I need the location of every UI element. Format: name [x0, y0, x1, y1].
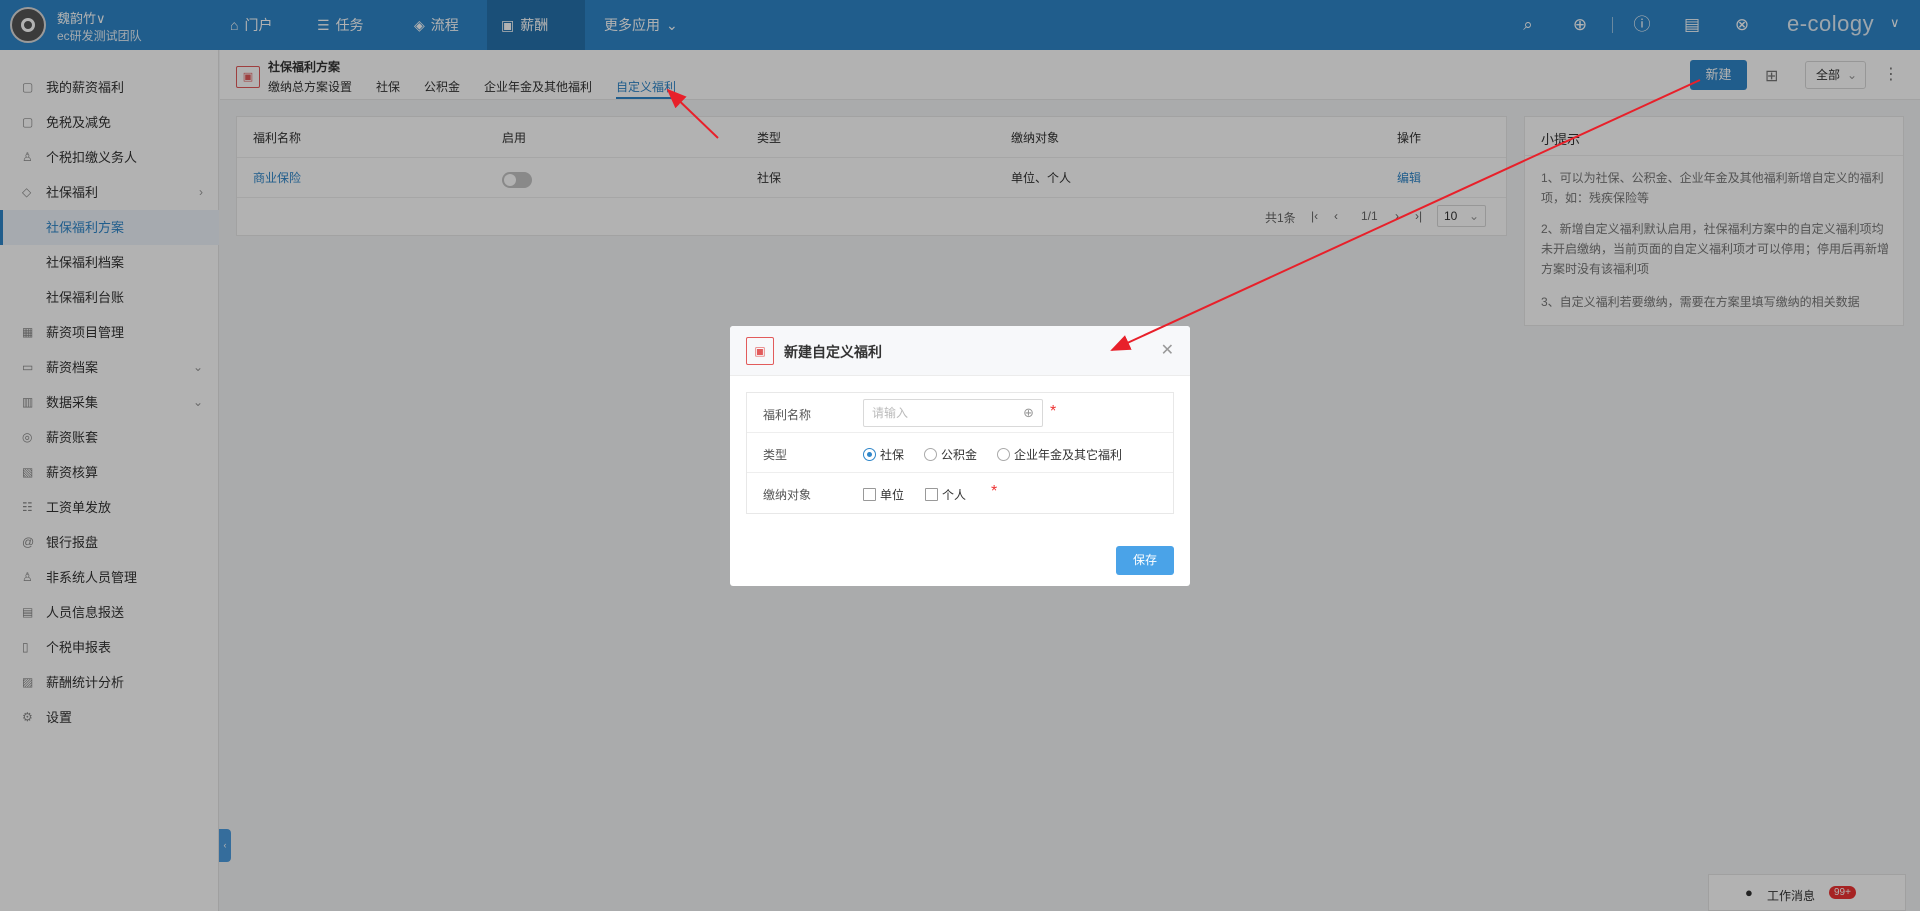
money-icon: ▣ [746, 337, 774, 365]
dialog-title: 新建自定义福利 [784, 344, 882, 360]
target-checkbox-label: 单位 [880, 488, 905, 502]
globe-icon[interactable]: ⊕ [1023, 400, 1034, 426]
required-mark: * [991, 483, 998, 500]
new-custom-welfare-dialog: ▣ 新建自定义福利 ✕ 福利名称 请输入 ⊕ * 类型 社保 公积金 企业年金及… [730, 326, 1190, 586]
type-radio-housing[interactable]: 公积金 [924, 446, 977, 463]
radio-unchecked[interactable] [924, 448, 937, 461]
type-radio-annuity[interactable]: 企业年金及其它福利 [997, 446, 1122, 463]
welfare-name-placeholder: 请输入 [872, 406, 909, 420]
close-icon[interactable]: ✕ [1161, 340, 1174, 360]
type-radio-social[interactable]: 社保 [863, 446, 904, 463]
type-label: 类型 [763, 448, 788, 462]
name-label: 福利名称 [763, 408, 812, 422]
form-row-target: 缴纳对象 单位 个人 * [747, 473, 1173, 513]
target-label: 缴纳对象 [763, 488, 812, 502]
type-radio-label: 企业年金及其它福利 [1014, 448, 1123, 462]
target-checkbox-label: 个人 [942, 488, 967, 502]
checkbox[interactable] [925, 488, 938, 501]
form-row-name: 福利名称 请输入 ⊕ * [747, 393, 1173, 433]
form-row-type: 类型 社保 公积金 企业年金及其它福利 [747, 433, 1173, 473]
required-mark: * [1050, 403, 1057, 420]
radio-unchecked[interactable] [997, 448, 1010, 461]
target-checkbox-personal[interactable]: 个人 [925, 486, 966, 503]
dialog-header: ▣ 新建自定义福利 ✕ [730, 326, 1190, 376]
checkbox[interactable] [863, 488, 876, 501]
type-radio-label: 公积金 [941, 448, 978, 462]
welfare-form: 福利名称 请输入 ⊕ * 类型 社保 公积金 企业年金及其它福利 缴纳对象 单位… [746, 392, 1174, 514]
radio-checked[interactable] [863, 448, 876, 461]
target-checkbox-unit[interactable]: 单位 [863, 486, 904, 503]
save-button[interactable]: 保存 [1116, 546, 1174, 575]
welfare-name-input[interactable]: 请输入 ⊕ [863, 399, 1043, 427]
type-radio-label: 社保 [880, 448, 905, 462]
